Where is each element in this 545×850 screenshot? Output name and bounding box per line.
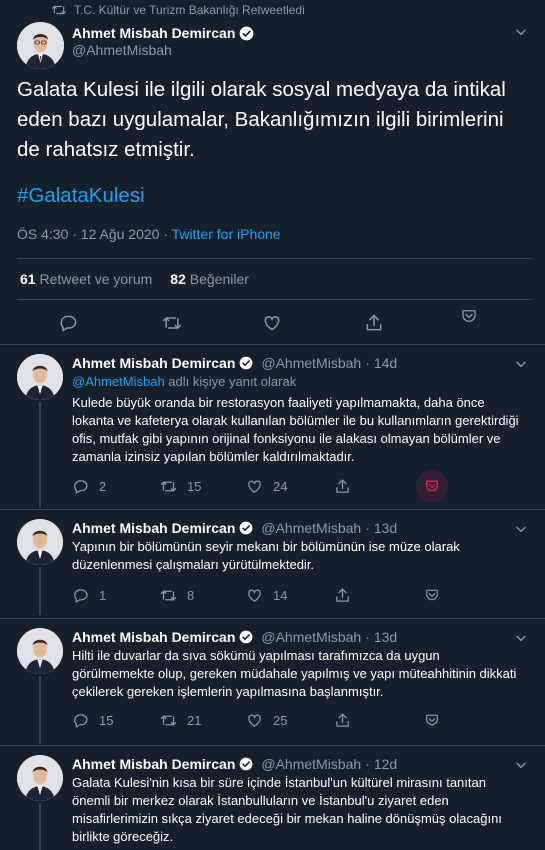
tweet-date[interactable]: 12d [374,756,397,772]
retweet-stat[interactable]: 61 Retweet ve yorum [20,271,152,287]
main-author-handle[interactable]: @AhmetMisbah [72,42,172,58]
tweet-stats: 61 Retweet ve yorum 82 Beğeniler [20,271,249,287]
author-name[interactable]: Ahmet Misbah Demircan [72,629,235,645]
pocket-icon[interactable] [424,478,440,494]
share-icon[interactable] [334,712,351,729]
retweet-icon[interactable] [162,313,182,333]
author-handle[interactable]: @AhmetMisbah [261,520,361,536]
retweet-icon [160,481,177,492]
reply-text: Kulede büyük oranda bir restorasyon faal… [72,395,519,464]
like-icon[interactable] [262,313,282,333]
tweet-time[interactable]: ÖS 4:30 · 12 Ağu 2020 [17,226,159,242]
reply-header: Ahmet Misbah Demircan @AhmetMisbah · 13d [72,629,398,645]
retweet-action[interactable]: 8 [160,587,194,604]
reply-count: 1 [99,588,107,603]
verified-badge-icon [239,521,253,535]
like-icon [248,589,261,602]
divider [17,299,532,300]
retweet-icon [52,5,66,15]
reply-action[interactable]: 15 [72,712,113,729]
thread-line [39,567,41,615]
pocket-icon[interactable] [460,307,478,325]
reply-to-label: @AhmetMisbah adlı kişiye yanıt olarak [72,374,297,389]
like-stat[interactable]: 82 Beğeniler [170,271,249,287]
reply-icon [74,714,88,728]
pocket-icon[interactable] [424,587,440,603]
thread-line [39,803,41,850]
author-handle[interactable]: @AhmetMisbah [261,629,361,645]
author-handle[interactable]: @AhmetMisbah [261,756,361,772]
author-name[interactable]: Ahmet Misbah Demircan [72,756,235,772]
chevron-down-icon[interactable] [514,758,528,772]
reply-icon [74,589,88,603]
author-name[interactable]: Ahmet Misbah Demircan [72,520,235,536]
reply-text: Galata Kulesi'nin kısa bir süre içinde İ… [72,775,502,844]
divider [0,509,545,510]
avatar[interactable] [17,519,63,565]
tweet-date[interactable]: 13d [374,629,397,645]
tweet-date[interactable]: 14d [374,355,397,371]
share-icon[interactable] [334,587,351,604]
divider [0,344,545,345]
pocket-icon[interactable] [424,712,440,728]
thread-line [39,402,41,508]
reply-text: Hilti ile duvarlar da sıva sökümü yapılm… [72,648,517,699]
verified-badge-icon [239,757,253,771]
like-action[interactable]: 14 [246,587,287,604]
reply-to-handle[interactable]: @AhmetMisbah [72,374,165,389]
reply-icon[interactable] [58,313,78,333]
reply-action[interactable]: 1 [72,587,106,604]
chevron-down-icon[interactable] [514,522,528,536]
like-action[interactable]: 24 [246,478,287,495]
retweet-icon [160,715,177,726]
like-count: 14 [273,588,288,603]
divider [0,618,545,619]
verified-badge-icon [240,26,254,40]
verified-badge-icon [239,630,253,644]
reply-text: Yapının bir bölümünün seyir mekanı bir b… [72,539,460,572]
retweet-action[interactable]: 15 [160,478,201,495]
chevron-down-icon[interactable] [514,357,528,371]
retweet-count: 21 [187,713,202,728]
tweet-source-link[interactable]: Twitter for iPhone [172,226,281,242]
author-name: Ahmet Misbah Demircan [72,25,236,41]
tweet-timestamp: ÖS 4:30 · 12 Ağu 2020 · Twitter for iPho… [17,226,281,242]
reply-header: Ahmet Misbah Demircan @AhmetMisbah · 14d [72,355,398,371]
reply-count: 2 [99,479,107,494]
like-count: 24 [273,479,288,494]
like-action[interactable]: 25 [246,712,287,729]
thread-line [39,676,41,744]
tweet-date[interactable]: 13d [374,520,397,536]
avatar[interactable] [17,22,64,69]
retweet-header-text: T.C. Kültür ve Turizm Bakanlığı Retweetl… [74,3,305,17]
reply-header: Ahmet Misbah Demircan @AhmetMisbah · 13d [72,520,398,536]
author-handle[interactable]: @AhmetMisbah [261,355,361,371]
reply-header: Ahmet Misbah Demircan @AhmetMisbah · 12d [72,756,398,772]
share-icon[interactable] [334,478,351,495]
share-icon[interactable] [364,313,384,333]
reply-action[interactable]: 2 [72,478,106,495]
main-tweet-text: Galata Kulesi ile ilgili olarak sosyal m… [17,78,506,161]
retweet-action[interactable]: 21 [160,712,201,729]
avatar[interactable] [17,628,63,674]
reply-icon [74,480,88,494]
reply-count: 15 [99,713,114,728]
like-icon [248,480,261,493]
retweet-count: 8 [187,588,195,603]
retweet-header: T.C. Kültür ve Turizm Bakanlığı Retweetl… [52,2,305,18]
hashtag-link[interactable]: #GalataKulesi [17,184,145,208]
divider [17,258,532,259]
chevron-down-icon[interactable] [514,631,528,645]
avatar[interactable] [17,755,63,801]
retweet-count: 15 [187,479,202,494]
author-name[interactable]: Ahmet Misbah Demircan [72,355,235,371]
like-icon [248,714,261,727]
divider [0,745,545,746]
avatar[interactable] [17,354,63,400]
verified-badge-icon [239,356,253,370]
chevron-down-icon[interactable] [514,25,528,39]
main-author-name[interactable]: Ahmet Misbah Demircan [72,25,254,41]
retweet-icon [160,590,177,601]
like-count: 25 [273,713,288,728]
